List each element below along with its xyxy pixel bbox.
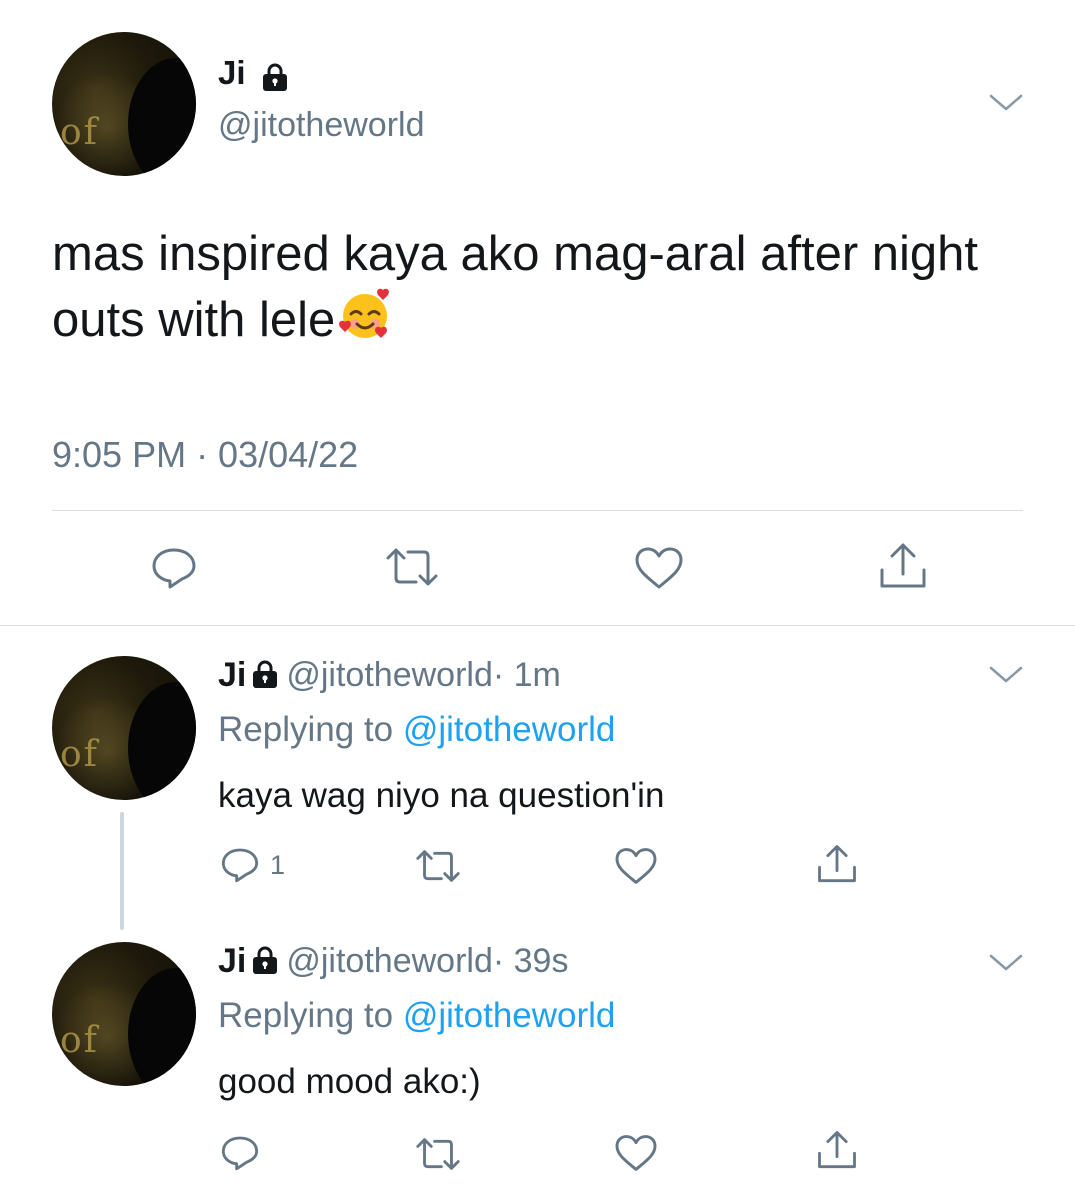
share-button[interactable]	[878, 542, 928, 590]
share-icon	[818, 1131, 856, 1169]
reply-header: Ji @jitotheworld· 1m	[218, 656, 561, 695]
reply-text: good mood ako:)	[218, 1062, 481, 1101]
lock-icon	[263, 63, 287, 91]
heart-icon	[635, 547, 683, 589]
replying-to-link[interactable]: @jitotheworld	[403, 996, 616, 1035]
avatar[interactable]: of	[52, 942, 196, 1086]
reply-count: 1	[270, 850, 286, 880]
retweet-icon	[386, 548, 438, 586]
share-icon	[880, 543, 926, 588]
like-button[interactable]	[634, 546, 684, 590]
replying-to-link[interactable]: @jitotheworld	[403, 710, 616, 749]
heart-icon	[615, 848, 657, 884]
handle[interactable]: @jitotheworld	[218, 106, 425, 145]
display-name[interactable]: Ji	[218, 656, 246, 694]
retweet-button[interactable]	[414, 1138, 462, 1170]
avatar[interactable]: of	[52, 656, 196, 800]
chevron-down-icon[interactable]	[988, 664, 1024, 684]
lock-icon	[253, 946, 278, 974]
reply-icon	[221, 1136, 259, 1171]
reply-icon	[152, 548, 196, 589]
tweet-text-content: mas inspired kaya ako mag-aral after nig…	[52, 227, 978, 347]
share-icon	[818, 845, 856, 883]
reply-icon	[221, 848, 259, 883]
reply-text: kaya wag niyo na question'in	[218, 776, 665, 815]
reply-button[interactable]	[220, 1134, 260, 1172]
display-name[interactable]: Ji	[218, 54, 246, 92]
heart-icon	[615, 1135, 657, 1171]
share-button[interactable]	[816, 1130, 858, 1170]
smiling-face-with-hearts-icon	[339, 288, 390, 338]
like-button[interactable]	[614, 1134, 658, 1172]
timestamp[interactable]: 9:05 PM · 03/04/22	[52, 434, 358, 476]
chevron-down-icon[interactable]	[988, 952, 1024, 972]
tweet-text: mas inspired kaya ako mag-aral after nig…	[52, 222, 1042, 352]
relative-time[interactable]: · 39s	[493, 942, 569, 980]
like-button[interactable]	[614, 847, 658, 885]
retweet-button[interactable]	[414, 850, 462, 882]
divider	[52, 510, 1023, 511]
lock-icon	[253, 660, 278, 688]
avatar[interactable]: of	[52, 32, 196, 176]
thread-line	[120, 812, 124, 930]
replying-to-label: Replying to	[218, 710, 403, 749]
divider	[0, 625, 1075, 626]
retweet-button[interactable]	[384, 548, 440, 586]
replying-to-label: Replying to	[218, 996, 403, 1035]
replying-to: Replying to @jitotheworld	[218, 996, 615, 1036]
reply-button[interactable]	[220, 846, 260, 884]
replying-to: Replying to @jitotheworld	[218, 710, 615, 750]
handle[interactable]: @jitotheworld	[286, 656, 493, 694]
reply-header: Ji @jitotheworld· 39s	[218, 942, 568, 981]
display-name[interactable]: Ji	[218, 942, 246, 980]
share-button[interactable]	[816, 844, 858, 884]
reply-button[interactable]	[150, 546, 198, 590]
retweet-icon	[416, 1138, 460, 1170]
relative-time[interactable]: · 1m	[493, 656, 561, 694]
handle[interactable]: @jitotheworld	[286, 942, 493, 980]
retweet-icon	[416, 850, 460, 882]
chevron-down-icon[interactable]	[988, 92, 1024, 112]
